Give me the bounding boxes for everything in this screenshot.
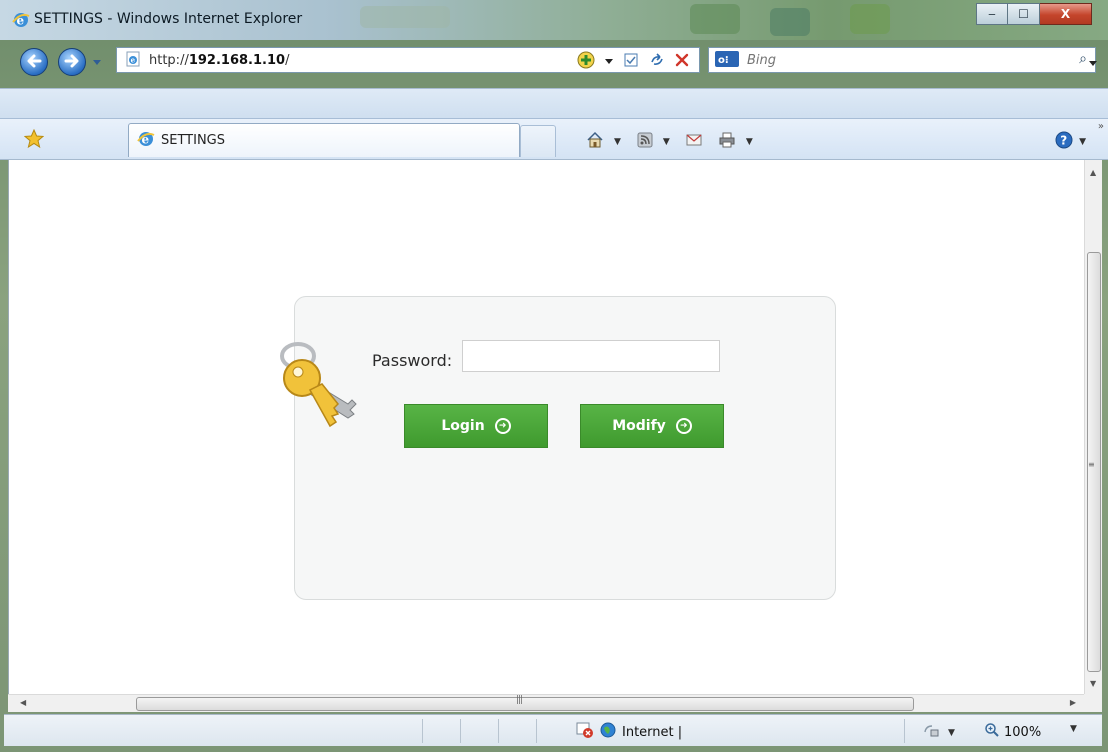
help-button[interactable]: ? ▼ xyxy=(1055,131,1086,152)
status-bar: Internet | ▼ 100% ▼ xyxy=(4,714,1102,746)
feeds-dropdown[interactable]: ▼ xyxy=(663,137,670,147)
scroll-right-icon[interactable]: ▶ xyxy=(1070,698,1076,707)
scroll-down-icon[interactable]: ▼ xyxy=(1090,679,1096,688)
key-icon xyxy=(270,330,366,433)
modify-button[interactable]: Modify ➜ xyxy=(580,404,724,448)
more-commands-chevron[interactable]: » xyxy=(1098,121,1104,132)
vertical-scrollbar[interactable]: ▲ ≡ ▼ xyxy=(1084,160,1102,694)
maximize-button[interactable]: ☐ xyxy=(1008,3,1040,25)
scroll-corner xyxy=(1084,694,1102,712)
svg-text:?: ? xyxy=(1060,134,1067,148)
status-divider xyxy=(536,719,537,743)
url-path: / xyxy=(285,52,290,68)
new-tab-button[interactable] xyxy=(520,125,556,157)
compat-view-icon[interactable] xyxy=(623,52,639,71)
scroll-up-icon[interactable]: ▲ xyxy=(1090,168,1096,177)
refresh-icon[interactable] xyxy=(649,52,665,71)
modify-button-label: Modify xyxy=(612,418,666,434)
password-label: Password: xyxy=(372,351,453,370)
mail-icon xyxy=(686,133,702,150)
recent-pages-dropdown[interactable] xyxy=(92,56,102,70)
horizontal-scroll-thumb[interactable] xyxy=(136,697,914,711)
horizontal-scrollbar[interactable]: ◀ ||| ▶ xyxy=(8,694,1084,712)
forward-button[interactable] xyxy=(58,48,86,76)
zone-label: Internet | xyxy=(622,724,683,740)
browser-window: e SETTINGS - Windows Internet Explorer ‒… xyxy=(0,0,1108,752)
scroll-left-icon[interactable]: ◀ xyxy=(20,698,26,707)
home-icon xyxy=(586,131,604,152)
stop-icon[interactable] xyxy=(675,53,689,70)
scroll-grip-icon: ||| xyxy=(516,695,523,705)
print-button[interactable]: ▼ xyxy=(718,132,753,151)
title-bar: e SETTINGS - Windows Internet Explorer ‒… xyxy=(0,0,1108,40)
close-button[interactable]: X xyxy=(1040,3,1092,25)
zoom-dropdown[interactable]: ▼ xyxy=(1070,724,1077,734)
blocked-content-icon xyxy=(576,722,594,742)
search-box[interactable]: o⁝ ⌕ xyxy=(708,47,1097,73)
search-input[interactable] xyxy=(747,52,1047,68)
window-title: SETTINGS - Windows Internet Explorer xyxy=(34,11,303,27)
feeds-button[interactable]: ▼ xyxy=(637,132,670,151)
url-host: 192.168.1.10 xyxy=(188,52,286,68)
status-divider xyxy=(498,719,499,743)
address-dropdown[interactable] xyxy=(605,54,613,68)
lock-refresh-icon xyxy=(922,723,940,742)
login-button[interactable]: Login ➜ xyxy=(404,404,548,448)
search-icon[interactable]: ⌕ xyxy=(1079,51,1087,67)
back-button[interactable] xyxy=(20,48,48,76)
window-controls: ‒ ☐ X xyxy=(976,3,1092,25)
links-strip xyxy=(0,88,1108,118)
security-zone[interactable]: Internet | xyxy=(576,722,682,742)
protected-mode[interactable]: ▼ xyxy=(922,723,955,742)
home-button[interactable]: ▼ xyxy=(586,131,621,152)
address-url[interactable]: http://192.168.1.10/ xyxy=(149,53,289,68)
compat-icon[interactable] xyxy=(577,51,595,72)
ie-tab-icon: e xyxy=(137,130,155,151)
mail-button[interactable] xyxy=(686,133,702,150)
address-bar[interactable]: e http://192.168.1.10/ xyxy=(116,47,700,73)
arrow-right-circle-icon: ➜ xyxy=(675,418,692,434)
address-tools xyxy=(577,51,689,71)
protected-mode-dropdown[interactable]: ▼ xyxy=(948,728,955,738)
login-button-label: Login xyxy=(441,418,485,434)
help-icon: ? xyxy=(1055,131,1073,152)
zoom-icon xyxy=(984,722,1000,742)
tab-settings[interactable]: e SETTINGS xyxy=(128,123,520,157)
svg-text:o⁝: o⁝ xyxy=(718,55,729,66)
tab-bar: e SETTINGS ▼ ▼ ▼ ? ▼ » xyxy=(0,118,1108,160)
page-icon: e xyxy=(125,51,141,70)
password-input[interactable] xyxy=(462,340,720,372)
favorites-star-icon[interactable] xyxy=(23,128,45,152)
search-options-dropdown[interactable] xyxy=(1089,56,1097,70)
home-dropdown[interactable]: ▼ xyxy=(614,137,621,147)
globe-icon xyxy=(600,722,616,742)
tab-label: SETTINGS xyxy=(161,133,226,148)
arrow-right-circle-icon: ➜ xyxy=(494,418,511,434)
forward-icon xyxy=(64,54,80,71)
ie-icon: e xyxy=(12,11,30,29)
scroll-grip-icon: ≡ xyxy=(1088,460,1095,469)
zoom-level: 100% xyxy=(1004,724,1042,740)
back-icon xyxy=(26,54,42,71)
navigation-bar: e http://192.168.1.10/ o⁝ ⌕ xyxy=(0,40,1108,90)
status-divider xyxy=(904,719,905,743)
minimize-button[interactable]: ‒ xyxy=(976,3,1008,25)
print-dropdown[interactable]: ▼ xyxy=(746,137,753,147)
status-divider xyxy=(460,719,461,743)
help-dropdown[interactable]: ▼ xyxy=(1079,137,1086,147)
feeds-icon xyxy=(637,132,653,151)
bing-icon: o⁝ xyxy=(715,50,739,70)
url-scheme: http:// xyxy=(149,52,189,68)
zoom-control[interactable]: 100% xyxy=(984,722,1041,742)
status-divider xyxy=(422,719,423,743)
svg-text:e: e xyxy=(131,55,136,64)
print-icon xyxy=(718,132,736,151)
command-bar: ▼ ▼ ▼ xyxy=(586,131,753,152)
